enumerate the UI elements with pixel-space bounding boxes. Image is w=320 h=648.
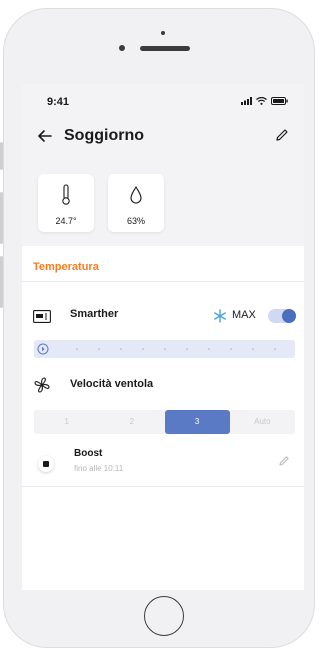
boost-subtitle: fino alle 10:11 [74, 464, 124, 473]
sensor-dot [161, 31, 165, 35]
humidity-tile[interactable]: 63% [108, 174, 164, 232]
sensor-tiles: 24.7° 63% [22, 164, 304, 246]
boost-label: Boost [74, 448, 103, 459]
boost-divider [22, 486, 304, 487]
temperature-value: 24.7° [55, 216, 77, 226]
humidity-value: 63% [126, 216, 145, 226]
status-bar: 9:41 [22, 84, 304, 118]
battery-icon [271, 97, 288, 105]
smarther-label: Smarther [70, 308, 119, 320]
slider-tick [186, 348, 188, 350]
fan-speed-option-1[interactable]: 1 [34, 410, 99, 434]
thermometer-icon [62, 184, 70, 205]
temperature-tile[interactable]: 24.7° [38, 174, 94, 232]
fan-speed-option-3[interactable]: 3 [164, 410, 230, 434]
fan-speed-row: Velocità ventola [22, 370, 304, 402]
fan-speed-option-2[interactable]: 2 [99, 410, 164, 434]
mode-label: MAX [232, 309, 256, 321]
slider-tick [142, 348, 144, 350]
slider-tick [76, 348, 78, 350]
earpiece-speaker [140, 46, 190, 51]
smarther-row: Smarther MAX [22, 296, 304, 334]
slider-handle-icon[interactable] [37, 343, 49, 355]
app-screen: 9:41 Soggiorno 24.7° 63% Temperatura Sma… [22, 84, 304, 590]
humidity-drop-icon [130, 185, 142, 204]
front-camera [119, 45, 125, 51]
fan-icon [34, 377, 50, 393]
page-title: Soggiorno [64, 127, 144, 144]
slider-tick [120, 348, 122, 350]
slider-tick [274, 348, 276, 350]
section-divider [22, 281, 304, 282]
back-arrow-icon[interactable] [35, 126, 55, 146]
boost-stop-button[interactable] [38, 456, 54, 472]
signal-icon [241, 97, 252, 105]
pencil-icon[interactable] [274, 127, 290, 143]
slider-tick [230, 348, 232, 350]
snowflake-icon [214, 309, 226, 323]
fan-speed-label: Velocità ventola [70, 378, 154, 390]
home-button[interactable] [144, 596, 184, 636]
slider-tick [252, 348, 254, 350]
phone-frame: 9:41 Soggiorno 24.7° 63% Temperatura Sma… [0, 0, 320, 648]
pencil-icon[interactable] [278, 455, 290, 467]
header: Soggiorno [22, 118, 304, 164]
status-icons [241, 97, 288, 105]
status-time: 9:41 [47, 96, 70, 108]
slider-tick [208, 348, 210, 350]
temperature-slider[interactable] [34, 340, 295, 358]
thermostat-device-icon [33, 310, 51, 323]
toggle-knob [282, 309, 296, 323]
section-title-temperatura: Temperatura [33, 261, 99, 273]
wifi-icon [256, 97, 267, 105]
fan-speed-option-auto[interactable]: Auto [230, 410, 295, 434]
slider-tick [98, 348, 100, 350]
fan-speed-selector: 1 2 3 Auto [34, 410, 295, 434]
boost-row: Boost fino alle 10:11 [22, 444, 304, 484]
smarther-toggle[interactable] [268, 309, 296, 323]
slider-tick [164, 348, 166, 350]
